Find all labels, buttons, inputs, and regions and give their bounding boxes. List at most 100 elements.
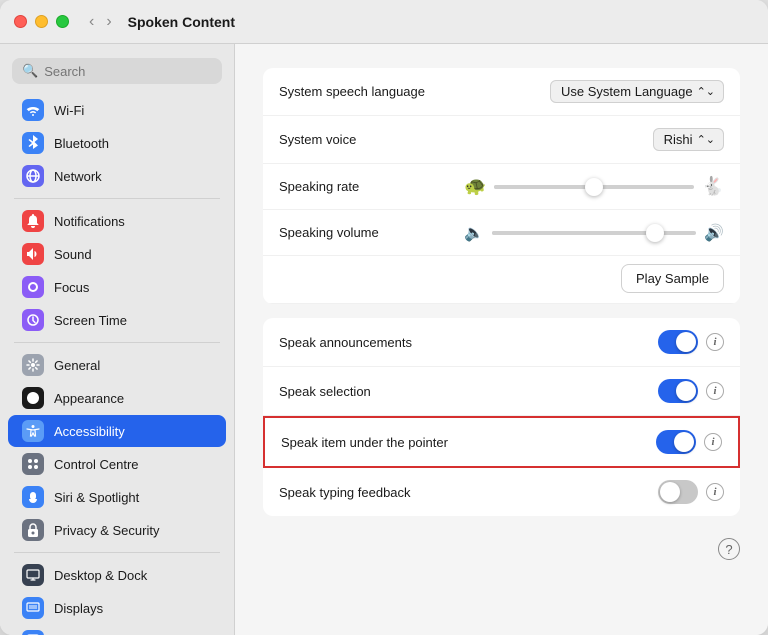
sidebar-divider-1 — [14, 198, 220, 199]
voice-dropdown-chevron-icon: ⌃⌄ — [697, 133, 715, 146]
system-voice-value: Rishi — [664, 132, 693, 147]
sidebar-item-notifications[interactable]: Notifications — [8, 205, 226, 237]
speaking-volume-thumb[interactable] — [646, 224, 664, 242]
accessibility-icon — [22, 420, 44, 442]
speak-selection-label: Speak selection — [279, 384, 371, 399]
speak-typing-feedback-info-button[interactable]: i — [706, 483, 724, 501]
speak-item-under-pointer-control: i — [656, 430, 722, 454]
speaking-rate-slider-container: 🐢 🐇 — [464, 176, 724, 197]
speak-selection-toggle[interactable] — [658, 379, 698, 403]
content-area: 🔍 Wi-Fi Bluetooth Network — [0, 44, 768, 635]
speak-announcements-toggle[interactable] — [658, 330, 698, 354]
speaking-rate-track[interactable] — [494, 185, 693, 189]
speaking-rate-fast-icon: 🐇 — [702, 176, 724, 197]
speak-typing-feedback-label: Speak typing feedback — [279, 485, 411, 500]
speak-selection-info-button[interactable]: i — [706, 382, 724, 400]
sidebar-divider-2 — [14, 342, 220, 343]
speaking-volume-slider-container: 🔈 🔊 — [464, 223, 724, 243]
appearance-icon — [22, 387, 44, 409]
speak-typing-feedback-row: Speak typing feedback i — [263, 468, 740, 516]
speaking-volume-row: Speaking volume 🔈 🔊 — [263, 210, 740, 256]
speaking-rate-fill — [494, 185, 594, 189]
sound-icon — [22, 243, 44, 265]
screentime-icon — [22, 309, 44, 331]
sidebar-item-label-focus: Focus — [54, 280, 89, 295]
sidebar-item-label-desktop: Desktop & Dock — [54, 568, 147, 583]
sidebar-item-label-accessibility: Accessibility — [54, 424, 125, 439]
speak-item-under-pointer-thumb — [674, 432, 694, 452]
system-speech-language-row: System speech language Use System Langua… — [263, 68, 740, 116]
network-icon — [22, 165, 44, 187]
search-bar[interactable]: 🔍 — [12, 58, 222, 84]
traffic-lights — [14, 15, 69, 28]
window-title: Spoken Content — [128, 14, 235, 30]
speaking-rate-slow-icon: 🐢 — [464, 176, 486, 197]
bluetooth-icon — [22, 132, 44, 154]
system-voice-row: System voice Rishi ⌃⌄ — [263, 116, 740, 164]
wallpaper-icon — [22, 630, 44, 635]
sidebar-item-displays[interactable]: Displays — [8, 592, 226, 624]
main-content: System speech language Use System Langua… — [235, 44, 768, 635]
siri-icon — [22, 486, 44, 508]
speech-settings-section: System speech language Use System Langua… — [263, 68, 740, 304]
system-preferences-window: ‹ › Spoken Content 🔍 Wi-Fi Bluetooth — [0, 0, 768, 635]
sidebar-item-appearance[interactable]: Appearance — [8, 382, 226, 414]
general-icon — [22, 354, 44, 376]
speak-item-under-pointer-info-button[interactable]: i — [704, 433, 722, 451]
sidebar-item-privacy[interactable]: Privacy & Security — [8, 514, 226, 546]
speak-announcements-label: Speak announcements — [279, 335, 412, 350]
speaking-rate-thumb[interactable] — [585, 178, 603, 196]
speaking-volume-fill — [492, 231, 655, 235]
sidebar-item-desktop[interactable]: Desktop & Dock — [8, 559, 226, 591]
sidebar-item-network[interactable]: Network — [8, 160, 226, 192]
speak-selection-thumb — [676, 381, 696, 401]
speak-announcements-thumb — [676, 332, 696, 352]
play-sample-button[interactable]: Play Sample — [621, 264, 724, 293]
back-button[interactable]: ‹ — [85, 11, 98, 33]
speak-typing-feedback-control: i — [658, 480, 724, 504]
speak-typing-feedback-thumb — [660, 482, 680, 502]
sidebar-item-siri[interactable]: Siri & Spotlight — [8, 481, 226, 513]
sidebar-item-label-general: General — [54, 358, 100, 373]
speaking-volume-track[interactable] — [492, 231, 696, 235]
help-button[interactable]: ? — [718, 538, 740, 560]
maximize-button[interactable] — [56, 15, 69, 28]
sidebar-item-wifi[interactable]: Wi-Fi — [8, 94, 226, 126]
sidebar-item-focus[interactable]: Focus — [8, 271, 226, 303]
sidebar-item-label-bluetooth: Bluetooth — [54, 136, 109, 151]
speaking-volume-low-icon: 🔈 — [464, 223, 484, 243]
minimize-button[interactable] — [35, 15, 48, 28]
displays-icon — [22, 597, 44, 619]
speak-announcements-info-button[interactable]: i — [706, 333, 724, 351]
sidebar-item-controlcentre[interactable]: Control Centre — [8, 448, 226, 480]
sidebar-item-label-screentime: Screen Time — [54, 313, 127, 328]
system-voice-control: Rishi ⌃⌄ — [653, 128, 724, 151]
sidebar-item-bluetooth[interactable]: Bluetooth — [8, 127, 226, 159]
sidebar-item-label-privacy: Privacy & Security — [54, 523, 159, 538]
focus-icon — [22, 276, 44, 298]
speaking-volume-high-icon: 🔊 — [704, 223, 724, 243]
speak-item-under-pointer-toggle[interactable] — [656, 430, 696, 454]
system-voice-dropdown[interactable]: Rishi ⌃⌄ — [653, 128, 724, 151]
speak-item-under-pointer-label: Speak item under the pointer — [281, 435, 448, 450]
speak-selection-row: Speak selection i — [263, 367, 740, 416]
search-input[interactable] — [44, 64, 212, 79]
sidebar-item-screentime[interactable]: Screen Time — [8, 304, 226, 336]
system-speech-language-dropdown[interactable]: Use System Language ⌃⌄ — [550, 80, 724, 103]
controlcentre-icon — [22, 453, 44, 475]
sidebar-item-wallpaper[interactable]: Wallpaper — [8, 625, 226, 635]
sidebar-item-label-appearance: Appearance — [54, 391, 124, 406]
sidebar-item-label-wifi: Wi-Fi — [54, 103, 84, 118]
speak-typing-feedback-toggle[interactable] — [658, 480, 698, 504]
help-area: ? — [263, 530, 740, 560]
speak-announcements-control: i — [658, 330, 724, 354]
sidebar: 🔍 Wi-Fi Bluetooth Network — [0, 44, 235, 635]
sidebar-item-accessibility[interactable]: Accessibility — [8, 415, 226, 447]
speaking-rate-row: Speaking rate 🐢 🐇 — [263, 164, 740, 210]
privacy-icon — [22, 519, 44, 541]
sidebar-item-general[interactable]: General — [8, 349, 226, 381]
forward-button[interactable]: › — [102, 11, 115, 33]
close-button[interactable] — [14, 15, 27, 28]
sidebar-item-sound[interactable]: Sound — [8, 238, 226, 270]
dropdown-chevron-icon: ⌃⌄ — [697, 85, 715, 98]
